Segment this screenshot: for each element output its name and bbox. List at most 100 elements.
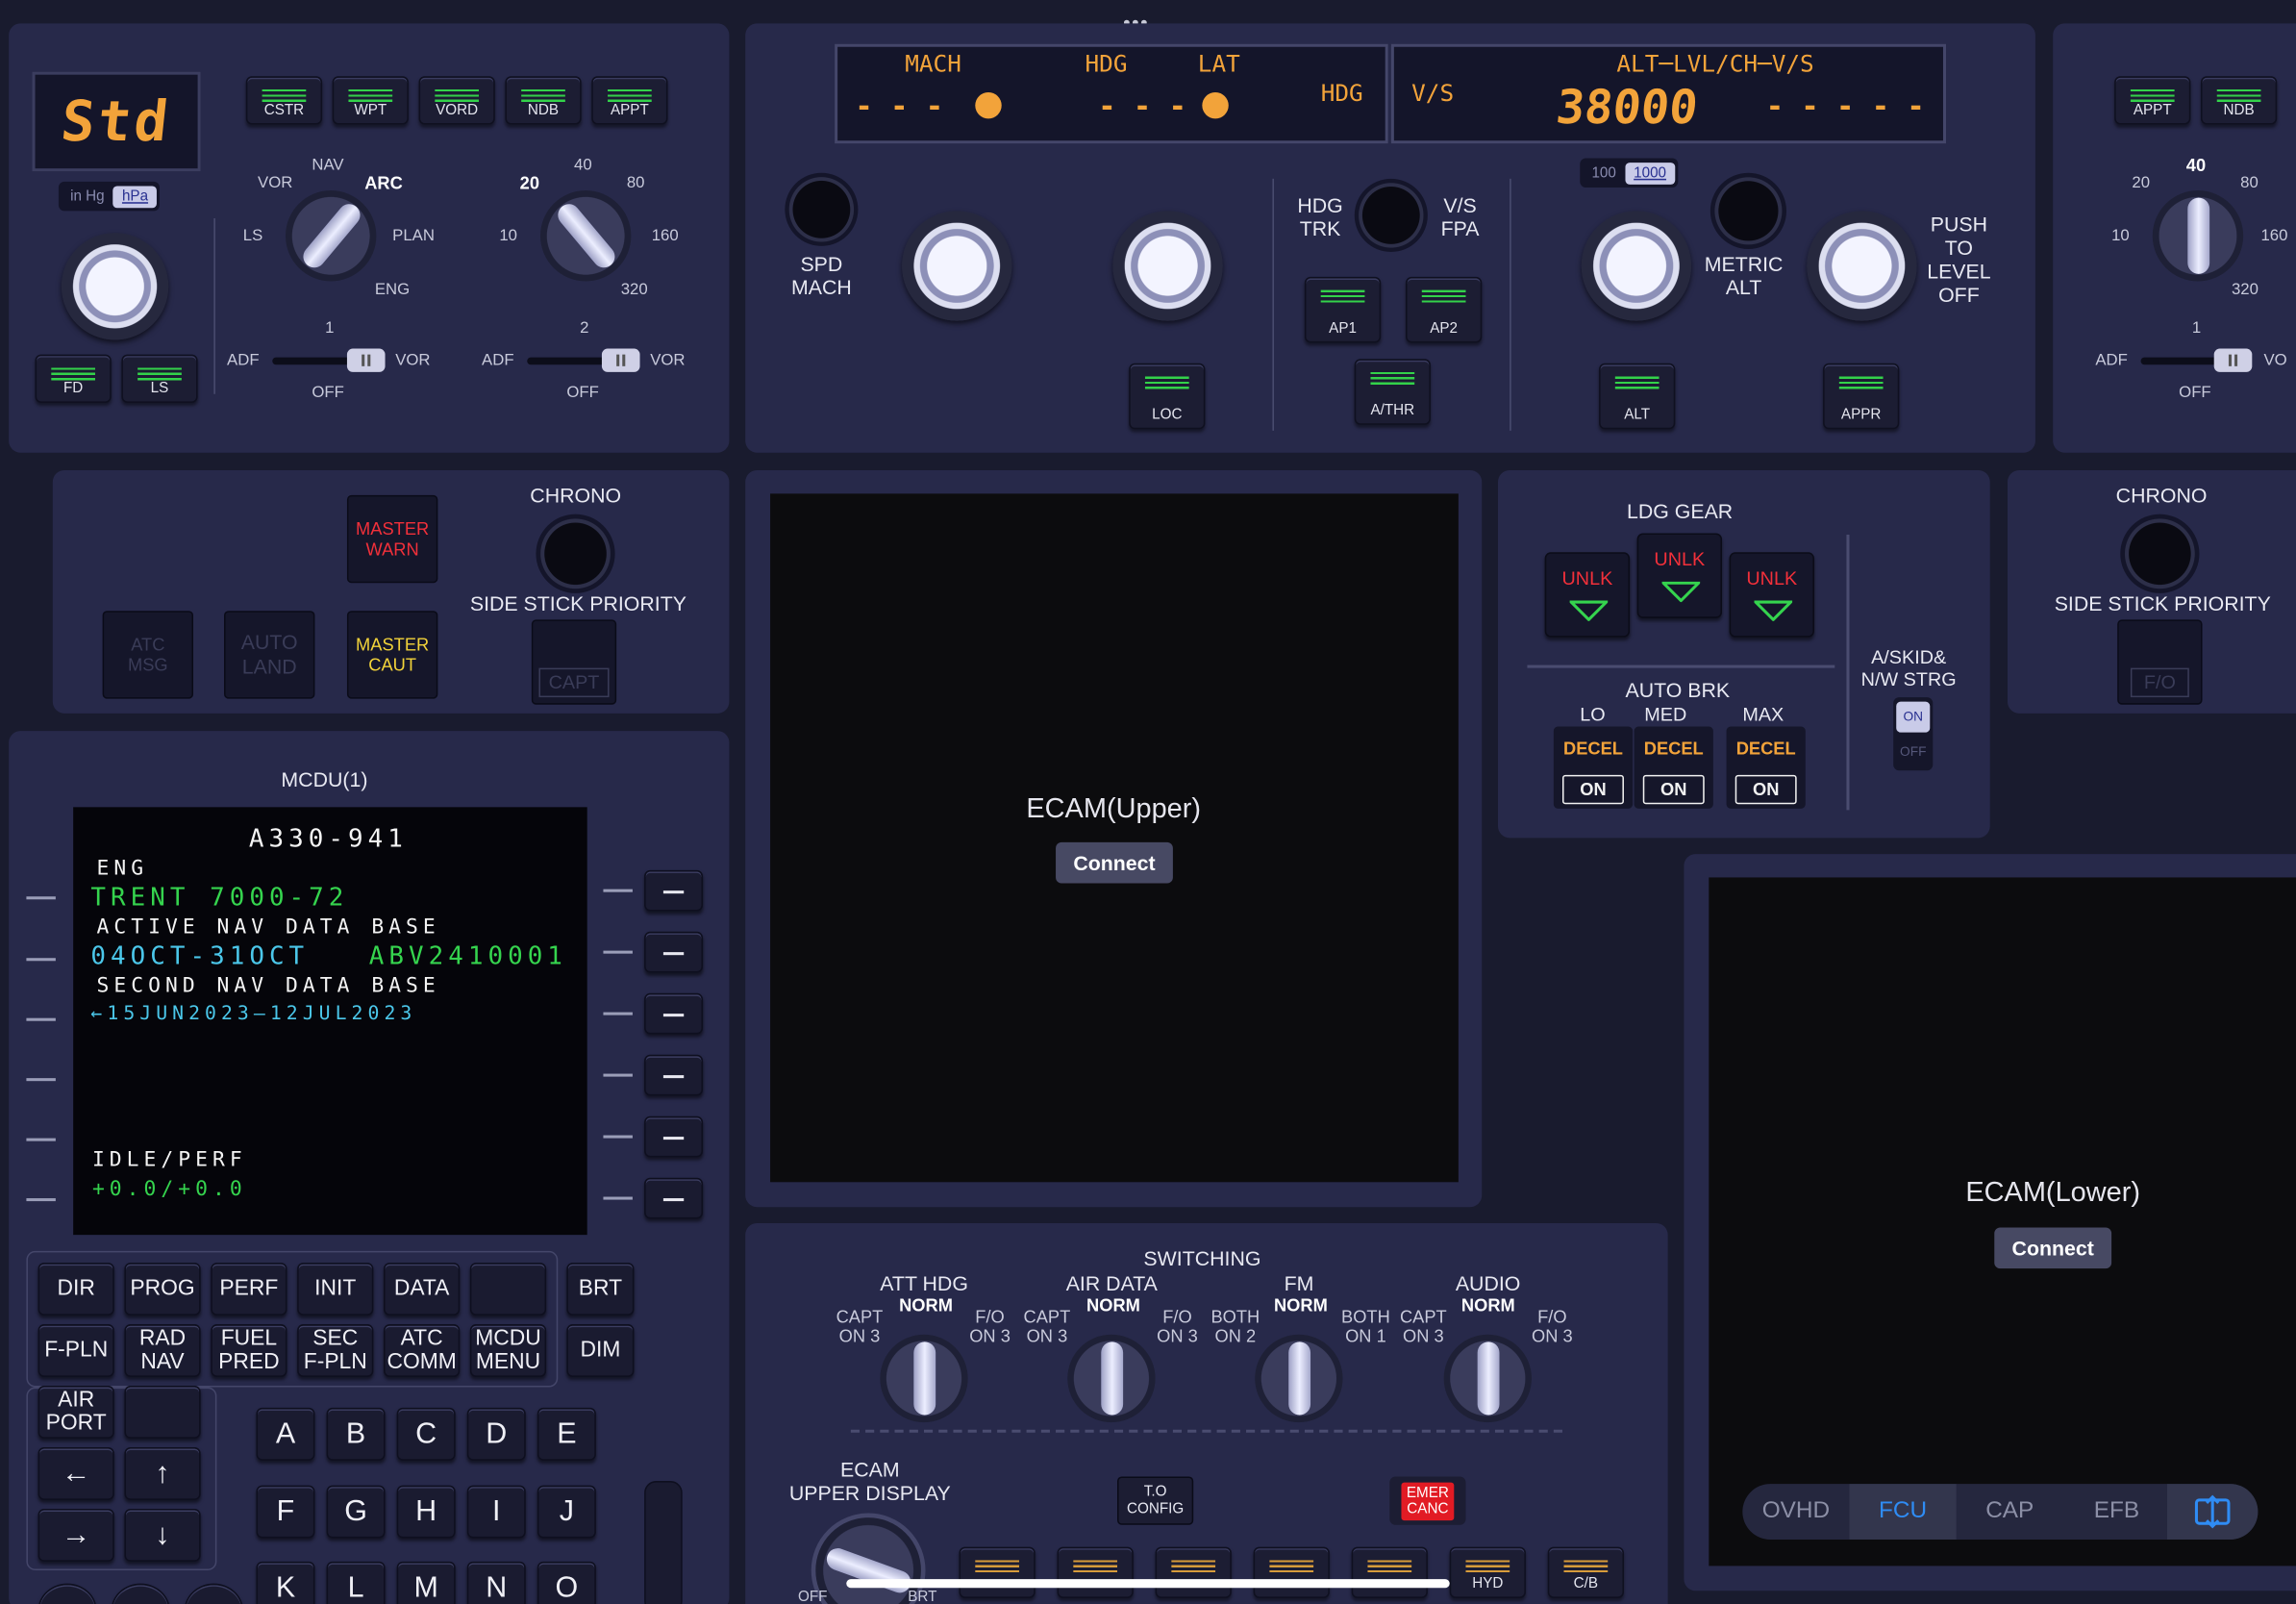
athr-button[interactable]: A/THR (1354, 359, 1431, 425)
key-o[interactable]: O (537, 1561, 596, 1604)
key-j[interactable]: J (537, 1485, 596, 1539)
ecam-page-button-5[interactable] (1351, 1546, 1428, 1598)
to-config-button[interactable]: T.O CONFIG (1117, 1476, 1194, 1525)
hdg-vs-trk-fpa-button[interactable] (1354, 178, 1428, 253)
key-c[interactable]: C (396, 1407, 456, 1461)
dir-key[interactable]: DIR (37, 1263, 114, 1316)
baro-unit-toggle[interactable]: in Hg hPa (58, 181, 161, 212)
nav-layout-button[interactable] (2166, 1484, 2259, 1540)
vs-knob[interactable] (1807, 211, 1917, 321)
wpt-button[interactable]: WPT (332, 76, 409, 125)
audio-knob[interactable] (1443, 1334, 1533, 1423)
home-indicator[interactable] (846, 1579, 1450, 1589)
master-warn-button[interactable]: MASTER WARN (346, 494, 438, 584)
rad-nav-key[interactable]: RAD NAV (124, 1324, 201, 1377)
ecam-page-button-4[interactable] (1253, 1546, 1330, 1598)
slew-right-key[interactable]: → (37, 1508, 114, 1562)
key-round-3[interactable] (184, 1583, 243, 1604)
master-caut-button[interactable]: MASTER CAUT (346, 611, 438, 699)
cstr-button[interactable]: CSTR (245, 76, 323, 125)
airport-key[interactable]: AIR PORT (37, 1386, 114, 1439)
ndb-button-fo[interactable]: NDB (2201, 76, 2278, 125)
appt-button[interactable]: APPT (591, 76, 668, 125)
key-e[interactable]: E (537, 1407, 596, 1461)
inhg-option[interactable]: in Hg (62, 186, 113, 208)
lsk-2r[interactable] (644, 931, 704, 973)
fd-button[interactable]: FD (35, 354, 112, 403)
brt-key[interactable]: BRT (566, 1263, 635, 1316)
f-pln-key[interactable]: F-PLN (37, 1324, 114, 1377)
fo-nd-range-selector[interactable] (2152, 190, 2244, 282)
atc-comm-key[interactable]: ATC COMM (384, 1324, 461, 1377)
alt-inc-100[interactable]: 100 (1583, 162, 1625, 184)
slew-down-key[interactable]: ↓ (124, 1508, 201, 1562)
mcdu-menu-key[interactable]: MCDU MENU (469, 1324, 547, 1377)
slew-up-key[interactable]: ↑ (124, 1447, 201, 1500)
key-b[interactable]: B (326, 1407, 386, 1461)
ls-button[interactable]: LS (121, 354, 198, 403)
auto-land-button[interactable]: AUTO LAND (224, 611, 315, 699)
lsk-1r[interactable] (644, 869, 704, 912)
vord-button[interactable]: VORD (418, 76, 495, 125)
lsk-6r[interactable] (644, 1177, 704, 1219)
ap1-button[interactable]: AP1 (1304, 276, 1382, 343)
nav-tab-ovhd[interactable]: OVHD (1742, 1484, 1849, 1540)
hpa-option[interactable]: hPa (112, 185, 158, 208)
ecam-page-button-1[interactable] (959, 1546, 1036, 1598)
hyd-page-button[interactable]: HYD (1449, 1546, 1526, 1598)
ap2-button[interactable]: AP2 (1406, 276, 1483, 343)
dim-key[interactable]: DIM (566, 1324, 635, 1377)
key-i[interactable]: I (466, 1485, 526, 1539)
alt-inc-1000[interactable]: 1000 (1625, 162, 1676, 185)
key-a[interactable]: A (256, 1407, 315, 1461)
askid-switch[interactable]: ON OFF (1893, 697, 1934, 771)
slew-left-key[interactable]: ← (37, 1447, 114, 1500)
emer-canc-button[interactable]: EMER CANC (1389, 1476, 1466, 1525)
fo-chrono-button[interactable] (2120, 514, 2200, 593)
lsk-3r[interactable] (644, 992, 704, 1035)
alt-knob[interactable] (1581, 211, 1692, 321)
fuel-pred-key[interactable]: FUEL PRED (211, 1324, 287, 1377)
key-g[interactable]: G (326, 1485, 386, 1539)
auto-brk-lo-button[interactable]: DECEL ON (1553, 726, 1634, 809)
perf-key[interactable]: PERF (211, 1263, 287, 1316)
key-h[interactable]: H (396, 1485, 456, 1539)
key-n[interactable]: N (466, 1561, 526, 1604)
spd-knob[interactable] (902, 211, 1012, 321)
blank-key-2[interactable] (124, 1386, 201, 1439)
key-m[interactable]: M (396, 1561, 456, 1604)
nav-tab-fcu[interactable]: FCU (1849, 1484, 1957, 1540)
hdg-knob[interactable] (1112, 211, 1223, 321)
air-data-knob[interactable] (1067, 1334, 1156, 1423)
baro-knob[interactable] (61, 233, 169, 340)
key-round-1[interactable] (37, 1583, 97, 1604)
alt-button[interactable]: ALT (1599, 363, 1676, 430)
key-l[interactable]: L (326, 1561, 386, 1604)
ecam-lower-connect-button[interactable]: Connect (1994, 1227, 2112, 1269)
att-hdg-knob[interactable] (880, 1334, 968, 1423)
cb-page-button[interactable]: C/B (1547, 1546, 1624, 1598)
nav-tab-cap[interactable]: CAP (1957, 1484, 2063, 1540)
key-d[interactable]: D (466, 1407, 526, 1461)
ecam-page-button-2[interactable] (1057, 1546, 1134, 1598)
ecam-upper-connect-button[interactable]: Connect (1056, 841, 1173, 884)
loc-button[interactable]: LOC (1129, 363, 1206, 430)
lsk-4r[interactable] (644, 1054, 704, 1096)
prog-key[interactable]: PROG (124, 1263, 201, 1316)
sec-f-pln-key[interactable]: SEC F-PLN (297, 1324, 374, 1377)
atc-msg-button[interactable]: ATC MSG (102, 611, 194, 699)
capt-priority-button[interactable]: CAPT (531, 619, 617, 705)
chrono-button[interactable] (536, 514, 615, 593)
nd-mode-selector[interactable] (285, 190, 377, 282)
alt-increment-toggle[interactable]: 100 1000 (1580, 158, 1679, 188)
adf2-vor2-switch[interactable] (601, 348, 640, 372)
fm-knob[interactable] (1255, 1334, 1343, 1423)
key-round-2[interactable] (111, 1583, 170, 1604)
appt-button-fo[interactable]: APPT (2114, 76, 2191, 125)
fo-priority-button[interactable]: F/O (2117, 619, 2203, 705)
nav-tab-efb[interactable]: EFB (2063, 1484, 2170, 1540)
appr-button[interactable]: APPR (1823, 363, 1900, 430)
auto-brk-med-button[interactable]: DECEL ON (1634, 726, 1713, 809)
data-key[interactable]: DATA (384, 1263, 461, 1316)
blank-key[interactable] (469, 1263, 547, 1316)
